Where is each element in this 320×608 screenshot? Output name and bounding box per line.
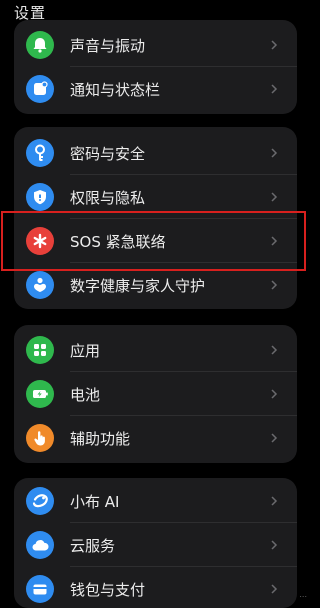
notification-icon (26, 75, 54, 103)
settings-item-password-security[interactable]: 密码与安全 (14, 131, 297, 175)
digital-wellbeing-label: 数字健康与家人守护 (70, 277, 206, 295)
chevron-right-icon (271, 40, 278, 50)
chevron-right-icon (271, 280, 278, 290)
settings-item-apps[interactable]: 应用 (14, 328, 297, 372)
wallet-payment-label: 钱包与支付 (70, 581, 146, 599)
apps-grid-icon (26, 336, 54, 364)
battery-icon (26, 380, 54, 408)
chevron-right-icon (271, 433, 278, 443)
xiaobu-ai-label: 小布 AI (70, 493, 120, 511)
ai-assistant-icon (26, 487, 54, 515)
hand-icon (26, 424, 54, 452)
key-icon (26, 139, 54, 167)
settings-item-notification-statusbar[interactable]: 通知与状态栏 (14, 67, 297, 111)
chevron-right-icon (271, 389, 278, 399)
apps-label: 应用 (70, 342, 101, 360)
bell-icon (26, 31, 54, 59)
settings-item-wallet-payment[interactable]: 钱包与支付 (14, 567, 297, 608)
settings-item-sound-vibration[interactable]: 声音与振动 (14, 23, 297, 67)
settings-group-services: 小布 AI 云服务 钱包与支付 (14, 478, 297, 608)
settings-item-battery[interactable]: 电池 (14, 372, 297, 416)
settings-item-accessibility[interactable]: 辅助功能 (14, 416, 297, 460)
chevron-right-icon (271, 496, 278, 506)
cloud-icon (26, 531, 54, 559)
chevron-right-icon (271, 148, 278, 158)
family-icon (26, 271, 54, 299)
accessibility-label: 辅助功能 (70, 430, 131, 448)
watermark-text: ... (299, 590, 307, 599)
chevron-right-icon (271, 584, 278, 594)
sound-vibration-label: 声音与振动 (70, 37, 146, 55)
settings-group-sound-notify: 声音与振动 通知与状态栏 (14, 20, 297, 114)
permission-privacy-label: 权限与隐私 (70, 189, 146, 207)
chevron-right-icon (271, 192, 278, 202)
notification-statusbar-label: 通知与状态栏 (70, 81, 161, 99)
highlight-box (1, 211, 306, 271)
shield-icon (26, 183, 54, 211)
chevron-right-icon (271, 540, 278, 550)
wallet-icon (26, 575, 54, 603)
settings-group-apps: 应用 电池 辅助功能 (14, 325, 297, 463)
chevron-right-icon (271, 345, 278, 355)
battery-label: 电池 (70, 386, 101, 404)
chevron-right-icon (271, 84, 278, 94)
settings-item-cloud-service[interactable]: 云服务 (14, 523, 297, 567)
settings-item-xiaobu-ai[interactable]: 小布 AI (14, 479, 297, 523)
password-security-label: 密码与安全 (70, 145, 146, 163)
cloud-service-label: 云服务 (70, 537, 116, 555)
